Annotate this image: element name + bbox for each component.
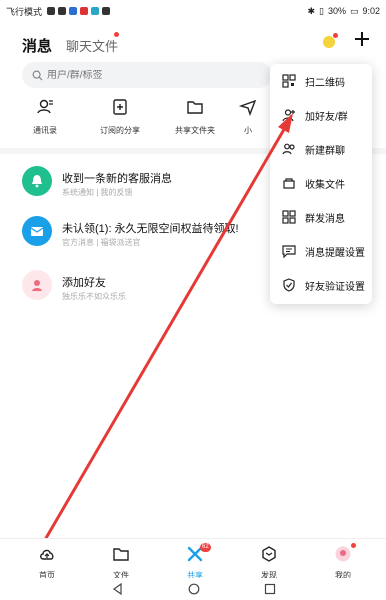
nav-files[interactable]: 文件 — [96, 539, 146, 581]
bottom-nav: 首页 文件 共享 62 发现 我的 — [0, 538, 386, 581]
home-cloud-icon — [40, 549, 54, 560]
discover-icon — [262, 546, 276, 562]
unread-dot — [351, 543, 356, 548]
home-icon[interactable] — [188, 583, 200, 595]
annotation-arrow — [40, 113, 293, 546]
back-icon[interactable] — [112, 583, 124, 595]
recents-icon[interactable] — [264, 583, 276, 595]
nav-home[interactable]: 首页 — [22, 539, 72, 581]
nav-share[interactable]: 共享 — [170, 539, 220, 581]
nav-discover[interactable]: 发现 — [244, 539, 294, 581]
nav-badge: 62 — [200, 543, 211, 552]
profile-icon — [335, 546, 351, 562]
system-nav-bar — [0, 578, 386, 600]
file-icon — [113, 548, 129, 561]
nav-profile[interactable]: 我的 — [318, 539, 368, 581]
